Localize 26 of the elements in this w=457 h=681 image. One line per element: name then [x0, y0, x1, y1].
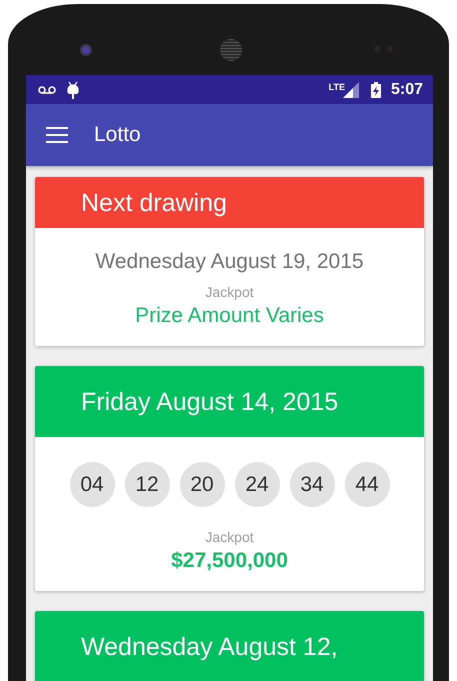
- number-ball: 24: [234, 462, 280, 507]
- number-ball: 12: [124, 462, 170, 507]
- voicemail-icon: [38, 84, 56, 94]
- camera-icon: [80, 44, 92, 56]
- card-title: Wednesday August 12,: [81, 632, 338, 663]
- menu-icon[interactable]: [46, 127, 68, 143]
- battery-charging-icon: [370, 82, 381, 98]
- drawing-date: Wednesday August 19, 2015: [95, 250, 364, 274]
- jackpot-amount: Prize Amount Varies: [135, 304, 324, 328]
- number-ball: 34: [290, 462, 334, 507]
- network-type-label: LTE: [328, 82, 345, 92]
- drawing-card[interactable]: Friday August 14, 2015 04 12 20 24 34 44 Jackpot $27,500,000: [35, 366, 424, 591]
- number-ball: 44: [344, 462, 390, 507]
- jackpot-label: Jackpot: [205, 529, 254, 545]
- speaker-grille-icon: [220, 39, 242, 61]
- android-icon: [66, 80, 80, 98]
- number-ball: 04: [70, 462, 114, 507]
- number-ball: 20: [180, 462, 224, 507]
- jackpot-label: Jackpot: [205, 284, 254, 300]
- card-title: Next drawing: [81, 188, 227, 218]
- drawing-card[interactable]: Next drawing Wednesday August 19, 2015 Jackpot Prize Amount Varies: [35, 177, 424, 346]
- drawing-card[interactable]: Wednesday August 12,: [35, 611, 424, 681]
- app-title: Lotto: [94, 123, 141, 147]
- clock-time: 5:07: [390, 80, 423, 98]
- jackpot-amount: $27,500,000: [171, 549, 288, 573]
- card-title: Friday August 14, 2015: [81, 387, 338, 418]
